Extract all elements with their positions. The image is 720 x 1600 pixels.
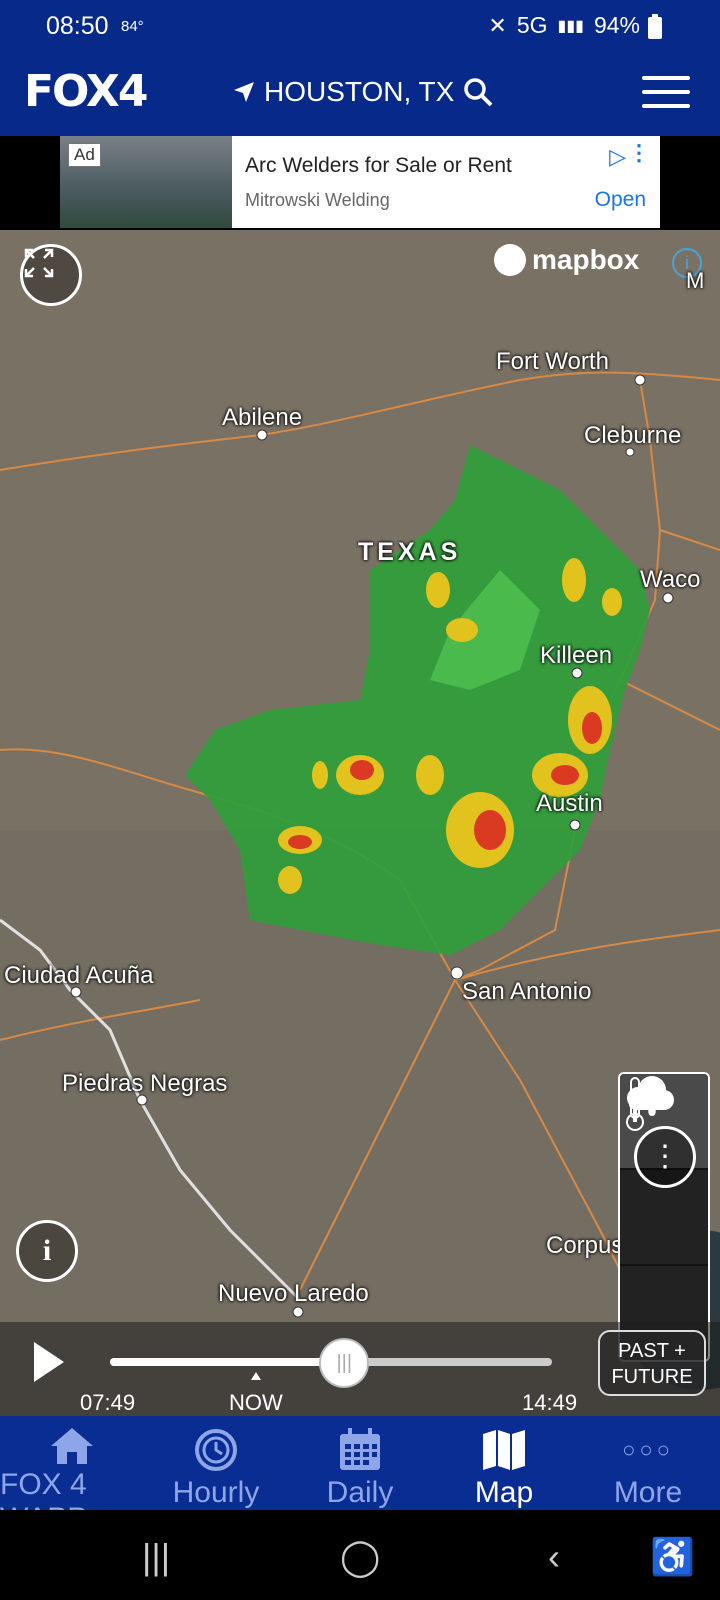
timeline-end-time: 14:49 <box>522 1390 578 1415</box>
mute-icon: ✕ <box>488 12 507 38</box>
location-name: HOUSTON, TX <box>264 76 455 107</box>
nav-map[interactable]: Map <box>432 1416 576 1510</box>
radar-map[interactable]: Fort Worth Abilene Cleburne TEXAS Waco K… <box>0 230 720 1416</box>
map-label-nuevo-laredo: Nuevo Laredo <box>218 1280 369 1307</box>
accessibility-icon[interactable]: ♿ <box>650 1536 695 1578</box>
ad-choices-icon[interactable]: ▷ <box>609 144 626 170</box>
timeline-now-label: NOW <box>229 1390 283 1415</box>
signal-icon: ▮▮▮ <box>557 17 584 35</box>
status-temperature: 84° <box>121 18 144 35</box>
nav-home[interactable]: FOX 4 WAPP <box>0 1416 144 1535</box>
vertical-dots-icon: ⋮ <box>650 1140 680 1173</box>
location-selector[interactable]: HOUSTON, TX <box>232 76 494 108</box>
ad-open-button[interactable]: Open <box>595 188 646 212</box>
battery-icon <box>648 14 662 39</box>
nav-hourly[interactable]: Hourly <box>144 1416 288 1510</box>
timeline-progress <box>110 1358 345 1366</box>
back-icon[interactable]: ‹ <box>548 1536 560 1578</box>
clock-icon <box>195 1429 237 1471</box>
timeline-start-time: 07:49 <box>80 1390 136 1415</box>
map-label-austin: Austin <box>536 790 603 817</box>
map-icon <box>483 1430 525 1470</box>
map-label-killeen: Killeen <box>540 642 613 669</box>
fox4-logo[interactable]: FOX4 <box>24 66 148 117</box>
now-marker <box>251 1372 261 1380</box>
map-info-button[interactable]: i <box>16 1220 78 1282</box>
recent-apps-icon[interactable]: ||| <box>142 1536 170 1578</box>
ad-banner: Ad Arc Welders for Sale or Rent Mitrowsk… <box>0 136 720 230</box>
expand-icon <box>24 248 54 278</box>
hamburger-menu-icon[interactable] <box>642 76 690 112</box>
map-label-fort-worth: Fort Worth <box>496 348 609 375</box>
mapbox-logo: mapbox <box>494 244 639 276</box>
bottom-navigation: FOX 4 WAPP Hourly Daily <box>0 1416 720 1535</box>
map-label-texas: TEXAS <box>358 538 462 566</box>
home-system-icon[interactable]: ◯ <box>340 1536 380 1578</box>
nav-daily[interactable]: Daily <box>288 1416 432 1510</box>
status-indicators: ✕ 5G ▮▮▮ 94% <box>488 12 640 39</box>
past-future-toggle[interactable]: PAST + FUTURE <box>598 1330 706 1396</box>
map-layer-panel: ✻ <box>618 1072 710 1362</box>
status-bar: 08:50 84° ✕ 5G ▮▮▮ 94% <box>0 0 720 52</box>
more-dots-icon: ○○○ <box>622 1437 674 1462</box>
timeline-thumb[interactable]: ||| <box>319 1338 370 1388</box>
map-label-cleburne: Cleburne <box>584 422 682 449</box>
app-header: FOX4 HOUSTON, TX <box>0 52 720 136</box>
battery-percent: 94% <box>593 12 640 38</box>
ad-advertiser: Mitrowski Welding <box>245 190 390 210</box>
mapbox-icon <box>494 244 526 276</box>
map-label-piedras-negras: Piedras Negras <box>62 1070 228 1097</box>
status-time: 08:50 <box>46 12 109 40</box>
ad-card[interactable]: Ad Arc Welders for Sale or Rent Mitrowsk… <box>60 136 660 228</box>
fullscreen-button[interactable] <box>20 244 82 306</box>
network-label: 5G <box>516 12 548 38</box>
map-label-ciudad-acuna: Ciudad Acuña <box>4 962 154 989</box>
map-label-san-antonio: San Antonio <box>462 978 592 1005</box>
radar-timeline: ||| 07:49 NOW 14:49 PAST + FUTURE <box>0 1322 720 1416</box>
home-icon <box>51 1428 93 1464</box>
nav-more[interactable]: ○○○ More <box>576 1416 720 1510</box>
map-label-abilene: Abilene <box>222 404 303 431</box>
map-label-waco: Waco <box>640 566 701 593</box>
ad-tag: Ad <box>68 143 101 167</box>
layer-options-button[interactable]: ⋮ <box>634 1126 696 1188</box>
ad-options-icon[interactable]: ⋮ <box>628 140 650 166</box>
search-icon[interactable] <box>462 76 494 108</box>
cloud-icon <box>627 1076 674 1110</box>
location-arrow-icon <box>234 82 254 102</box>
system-navigation-bar: ||| ◯ ‹ ♿ <box>0 1510 720 1600</box>
calendar-icon <box>340 1428 380 1470</box>
ad-title[interactable]: Arc Welders for Sale or Rent <box>245 154 512 178</box>
play-button[interactable] <box>34 1342 64 1382</box>
info-icon: i <box>42 1234 52 1267</box>
map-attribution-extra: M <box>686 268 705 293</box>
